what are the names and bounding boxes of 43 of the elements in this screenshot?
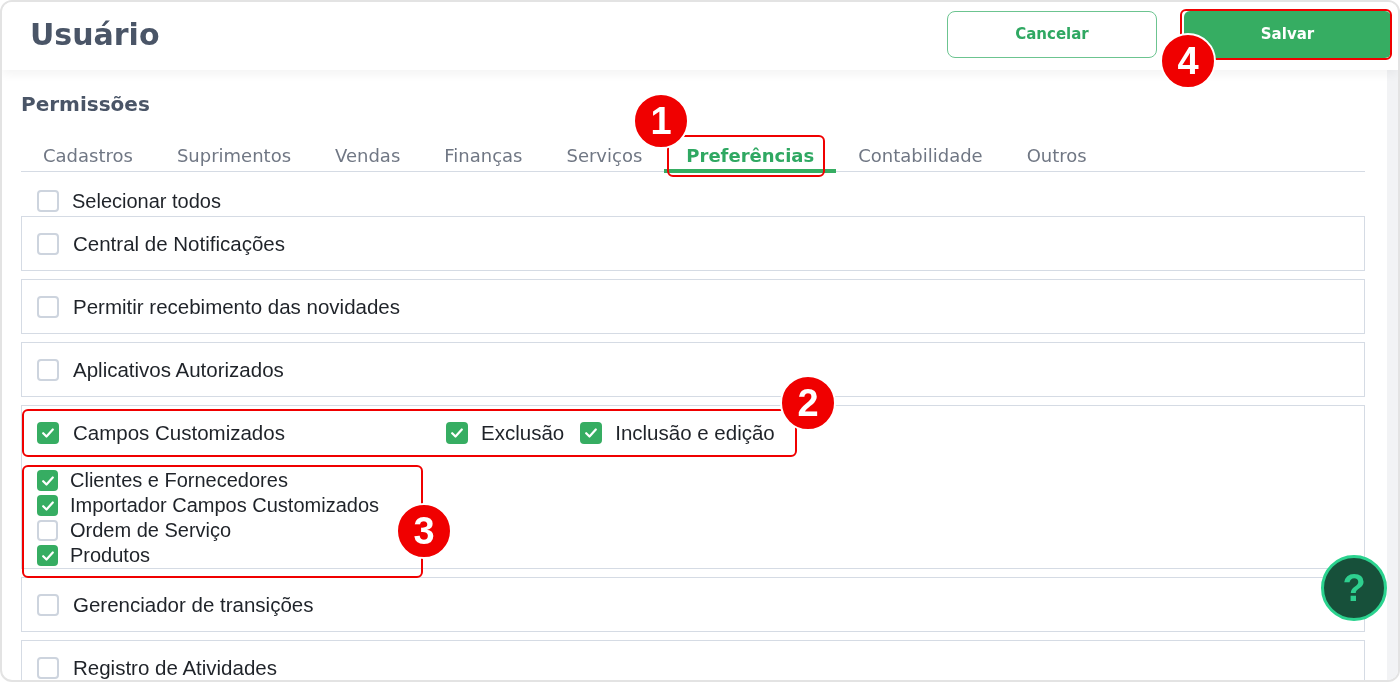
checkbox[interactable] <box>37 545 58 566</box>
checkmark-icon <box>42 428 54 438</box>
checkbox-label: Ordem de Serviço <box>70 520 232 541</box>
checkbox[interactable] <box>37 358 59 381</box>
checkbox-label: Campos Customizados <box>73 422 285 444</box>
checkbox[interactable] <box>37 656 59 679</box>
checkbox-label: Selecionar todos <box>72 190 221 212</box>
checkbox[interactable] <box>37 593 59 616</box>
checkbox[interactable] <box>37 190 59 212</box>
checkbox[interactable] <box>580 422 603 444</box>
checkbox-label: Exclusão <box>481 422 565 444</box>
tab[interactable]: Suprimentos <box>176 145 292 166</box>
checkbox[interactable] <box>37 470 58 491</box>
checkbox-label: Central de Notificações <box>73 232 285 255</box>
tab[interactable]: Outros <box>1026 145 1087 166</box>
checkbox-label: Gerenciador de transições <box>73 593 314 616</box>
tab[interactable]: Preferências <box>686 145 815 166</box>
checkbox[interactable] <box>37 232 59 255</box>
checkbox-label: Permitir recebimento das novidades <box>73 295 401 318</box>
checkmark-icon <box>41 550 54 561</box>
tab[interactable]: Contabilidade <box>858 145 983 166</box>
checkbox[interactable] <box>37 295 59 318</box>
checkbox-label: Registro de Atividades <box>73 656 277 679</box>
tab[interactable]: Finanças <box>444 145 523 166</box>
cancel-button[interactable]: Cancelar <box>947 11 1157 58</box>
checkmark-icon <box>585 428 598 438</box>
checkmark-icon <box>41 500 54 511</box>
tab[interactable]: Vendas <box>335 145 401 166</box>
tab[interactable]: Cadastros <box>43 145 133 166</box>
checkmark-icon <box>41 475 54 486</box>
scrollbar-track[interactable] <box>1387 70 1398 680</box>
checkbox-label: Inclusão e edição <box>615 422 775 444</box>
checkbox-label: Importador Campos Customizados <box>70 495 379 516</box>
page-title: Usuário <box>30 17 160 53</box>
checkmark-icon <box>451 428 463 438</box>
checkbox[interactable] <box>37 495 58 516</box>
checkbox-label: Aplicativos Autorizados <box>73 358 284 381</box>
section-title: Permissões <box>21 91 150 116</box>
checkbox[interactable] <box>37 422 59 444</box>
checkbox-label: Produtos <box>70 545 151 566</box>
checkbox[interactable] <box>446 422 468 444</box>
checkbox[interactable] <box>37 520 58 541</box>
checkbox-label: Clientes e Fornecedores <box>70 470 288 491</box>
